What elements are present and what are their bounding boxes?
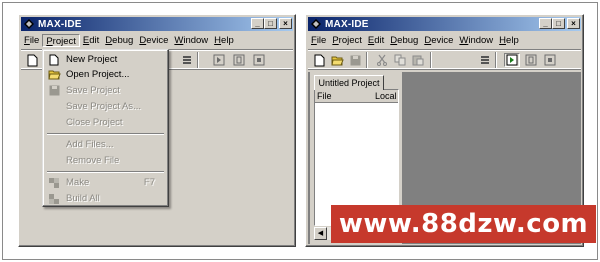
menu-save-project: Save Project [46,83,165,98]
save-project-as-label: Save Project As... [66,101,141,112]
stack-icon[interactable] [477,53,493,67]
menu-close-project: Close Project [46,115,165,130]
menu-project[interactable]: Project [329,34,365,47]
menu-help[interactable]: Help [211,34,237,47]
open-project-label: Open Project... [66,69,130,80]
right-menubar: File Project Edit Debug Device Window He… [308,33,581,47]
menu-edit[interactable]: Edit [80,34,102,47]
close-button[interactable]: × [567,18,580,29]
save-icon [47,84,61,98]
build-all-label: Build All [66,193,100,204]
left-titlebar[interactable]: MAX-IDE _ □ × [21,17,293,31]
menu-separator [47,171,164,173]
menu-device[interactable]: Device [136,34,171,47]
build-all-icon [47,192,61,206]
max-ide-app-icon [310,18,322,30]
watermark-text: www.88dzw.com [338,209,589,239]
close-project-label: Close Project [66,117,123,128]
open-folder-icon[interactable] [329,53,345,67]
menu-debug[interactable]: Debug [387,34,421,47]
make-label: Make [66,177,90,188]
menu-make: Make F7 [46,175,165,190]
save-icon[interactable] [347,53,363,67]
left-window-title: MAX-IDE [38,18,82,30]
menu-debug[interactable]: Debug [102,34,136,47]
column-local[interactable]: Local [373,91,397,101]
menu-device[interactable]: Device [421,34,456,47]
menu-window[interactable]: Window [456,34,496,47]
menu-file[interactable]: File [21,34,42,47]
save-project-label: Save Project [66,85,120,96]
project-dropdown-menu: New Project Open Project... Save Project… [42,49,169,207]
menu-build-all: Build All [46,191,165,206]
menu-window[interactable]: Window [171,34,211,47]
add-files-label: Add Files... [66,139,114,150]
new-project-icon [47,53,61,67]
menu-new-project[interactable]: New Project [46,52,165,67]
maximize-button[interactable]: □ [552,18,565,29]
menu-help[interactable]: Help [496,34,522,47]
watermark-banner: www.88dzw.com [331,205,596,243]
stop-icon[interactable] [542,53,558,67]
run-icon[interactable] [211,53,227,67]
menu-edit[interactable]: Edit [365,34,387,47]
right-titlebar[interactable]: MAX-IDE _ □ × [308,17,581,31]
menu-project[interactable]: Project [42,33,80,47]
remove-file-label: Remove File [66,155,120,166]
minimize-button[interactable]: _ [251,18,264,29]
minimize-button[interactable]: _ [539,18,552,29]
close-button[interactable]: × [279,18,292,29]
new-project-label: New Project [66,54,118,65]
open-folder-icon [47,68,61,82]
make-icon [47,176,61,190]
menu-open-project[interactable]: Open Project... [46,67,165,82]
make-shortcut: F7 [143,177,155,188]
pause-icon[interactable] [231,53,247,67]
menu-add-files: Add Files... [46,137,165,152]
column-file[interactable]: File [315,91,373,101]
pause-icon[interactable] [523,53,539,67]
file-list-header: File Local [315,90,398,103]
menu-separator [47,133,164,135]
stop-icon[interactable] [251,53,267,67]
scroll-left-icon[interactable]: ◀ [314,227,327,240]
toolbar-separator [495,52,497,68]
menu-remove-file: Remove File [46,153,165,168]
left-menubar: File Project Edit Debug Device Window He… [21,33,293,47]
tab-untitled-project[interactable]: Untitled Project [314,75,384,90]
toolbar-separator [430,52,432,68]
max-ide-app-icon [23,18,35,30]
toolbar-separator [366,52,368,68]
run-icon[interactable] [504,53,520,67]
right-window-title: MAX-IDE [325,18,369,30]
stack-icon[interactable] [179,53,195,67]
right-toolbar [308,49,581,69]
cut-icon[interactable] [374,53,390,67]
maximize-button[interactable]: □ [264,18,277,29]
new-file-icon[interactable] [311,53,327,67]
menu-save-project-as: Save Project As... [46,99,165,114]
menu-file[interactable]: File [308,34,329,47]
toolbar-separator [197,52,199,68]
new-file-icon[interactable] [24,53,40,67]
paste-icon[interactable] [410,53,426,67]
copy-icon[interactable] [392,53,408,67]
